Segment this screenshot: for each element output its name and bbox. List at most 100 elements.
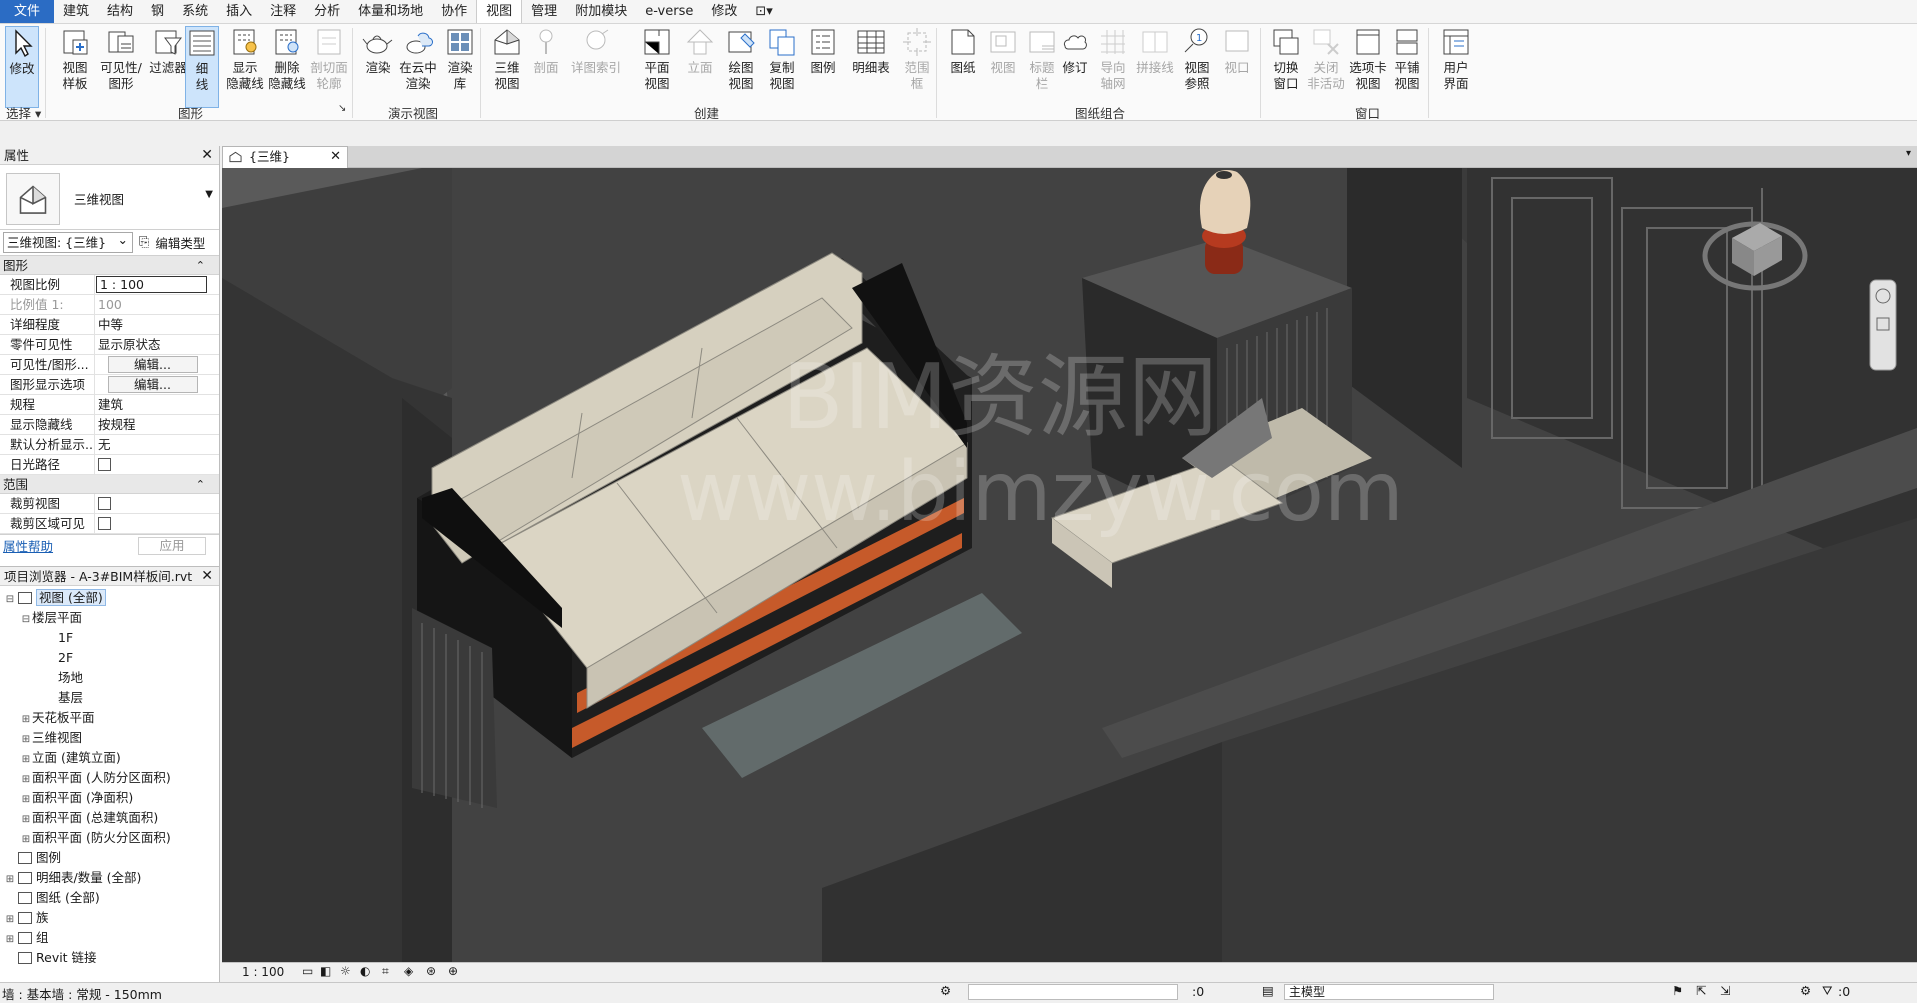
section-button[interactable]: 剖面 [523, 26, 569, 108]
menu-item[interactable]: 插入 [217, 0, 261, 23]
menu-item[interactable]: 分析 [305, 0, 349, 23]
menu-item[interactable]: 修改 [702, 0, 746, 23]
tree-node[interactable]: ⊞ 族 [0, 908, 219, 928]
collapse-icon[interactable]: ⌃ [196, 475, 205, 494]
expand-icon[interactable]: ⊞ [4, 930, 16, 950]
tree-node[interactable]: ⊞ 面积平面 (净面积) [0, 788, 219, 808]
properties-help-link[interactable]: 属性帮助 [3, 536, 53, 555]
scope-box-button[interactable]: 范围 框 [894, 26, 940, 108]
edit-button[interactable]: 编辑... [107, 376, 198, 393]
sun-path-icon[interactable]: ☼ [340, 964, 351, 978]
user-interface-button[interactable]: 用户 界面 [1433, 26, 1479, 108]
tree-node[interactable]: ⊞ 面积平面 (总建筑面积) [0, 808, 219, 828]
expand-icon[interactable]: ⊞ [20, 750, 32, 770]
model-dropdown[interactable]: 主模型 [1284, 984, 1494, 1000]
view-template-button[interactable]: 视图 样板 [52, 26, 98, 108]
view-scale[interactable]: 1 : 100 [242, 965, 284, 979]
property-value[interactable]: 编辑... [95, 355, 207, 374]
menu-item[interactable]: 体量和场地 [349, 0, 432, 23]
close-icon[interactable]: ✕ [330, 147, 341, 167]
collapse-icon[interactable]: ⊟ [20, 610, 32, 630]
visibility-graphics-button[interactable]: 可见性/ 图形 [96, 26, 146, 108]
expand-icon[interactable]: ⊞ [20, 790, 32, 810]
property-value[interactable]: 无 [95, 435, 207, 454]
menu-item[interactable]: e-verse [636, 0, 702, 23]
selection-links-icon[interactable]: ⚑ [1672, 983, 1683, 998]
graphics-section-header[interactable]: 图形 ⌃ [0, 256, 219, 275]
property-value[interactable]: 建筑 [95, 395, 207, 414]
hide-isolate-icon[interactable]: ◈ [404, 964, 413, 978]
tree-node[interactable]: 2F [0, 648, 219, 668]
collapse-icon[interactable]: ⌃ [196, 256, 205, 275]
tree-node[interactable]: ⊞ 立面 (建筑立面) [0, 748, 219, 768]
tree-node[interactable]: ⊞ 三维视图 [0, 728, 219, 748]
menu-item[interactable]: 建筑 [54, 0, 98, 23]
menu-item[interactable]: 钢 [142, 0, 173, 23]
type-selector[interactable]: 三维视图 ▼ [0, 165, 219, 230]
close-icon[interactable]: ✕ [201, 567, 213, 586]
tree-node[interactable]: ⊞ 天花板平面 [0, 708, 219, 728]
property-value[interactable]: 中等 [95, 315, 207, 334]
worksets-icon[interactable]: ⚙ [940, 983, 951, 998]
expand-icon[interactable]: ⊞ [20, 830, 32, 850]
menu-item[interactable]: 附加模块 [566, 0, 636, 23]
workset-dropdown[interactable] [968, 984, 1178, 1000]
checkbox[interactable] [98, 497, 111, 510]
property-value[interactable] [95, 494, 207, 513]
select-pinned-icon[interactable]: ⇱ [1696, 983, 1706, 998]
3d-scene[interactable]: BIM资源网 www.bimzyw.com [222, 168, 1917, 962]
tree-node[interactable]: 1F [0, 628, 219, 648]
property-value[interactable]: 100 [95, 295, 207, 314]
extents-section-header[interactable]: 范围 ⌃ [0, 475, 219, 494]
tile-views-button[interactable]: 平铺 视图 [1384, 26, 1430, 108]
drafting-view-button[interactable]: 绘图 视图 [718, 26, 764, 108]
menu-item[interactable]: 文件 [0, 0, 55, 23]
tree-node[interactable]: 图纸 (全部) [0, 888, 219, 908]
3d-viewport[interactable]: BIM资源网 www.bimzyw.com [222, 168, 1917, 962]
expand-icon[interactable]: ⊞ [20, 810, 32, 830]
property-value[interactable]: 按规程 [95, 415, 207, 434]
property-value[interactable] [95, 455, 207, 474]
render-gallery-button[interactable]: 渲染 库 [437, 26, 483, 108]
schedule-button[interactable]: 明细表 [846, 26, 896, 108]
edit-type-icon[interactable]: ⎘ [139, 235, 149, 250]
matchline-button[interactable]: 拼接线 [1130, 26, 1180, 108]
tree-node[interactable]: ⊞ 面积平面 (人防分区面积) [0, 768, 219, 788]
expand-icon[interactable]: ⊞ [20, 710, 32, 730]
viewports-button[interactable]: 视口 [1214, 26, 1260, 108]
tree-node[interactable]: ⊞ 面积平面 (防火分区面积) [0, 828, 219, 848]
menu-item[interactable]: 管理 [522, 0, 566, 23]
instance-selector[interactable]: 三维视图: {三维} [3, 230, 133, 253]
property-value[interactable] [95, 514, 207, 533]
show-hidden-lines-button[interactable]: 显示 隐藏线 [222, 26, 268, 108]
menu-item[interactable]: 系统 [173, 0, 217, 23]
thin-lines-button[interactable]: 细 线 [185, 26, 219, 108]
select-by-face-icon[interactable]: ⇲ [1720, 983, 1730, 998]
background-process-icon[interactable]: ⚙ [1800, 983, 1811, 998]
tree-node[interactable]: ⊞ 组 [0, 928, 219, 948]
chevron-down-icon[interactable]: ▼ [205, 189, 213, 200]
navigation-bar[interactable] [1869, 279, 1897, 371]
edit-type-button[interactable]: 编辑类型 [155, 233, 205, 252]
expand-icon[interactable]: ⊞ [4, 870, 16, 890]
tree-node[interactable]: 图例 [0, 848, 219, 868]
legend-button[interactable]: 图例 [800, 26, 846, 108]
reveal-hidden-icon[interactable]: ⊛ [426, 964, 436, 978]
expand-icon[interactable]: ⊞ [20, 730, 32, 750]
tree-node[interactable]: 场地 [0, 668, 219, 688]
apply-button[interactable]: 应用 [138, 536, 206, 555]
cut-profile-button[interactable]: 剖切面 轮廓 [306, 26, 352, 108]
shadows-icon[interactable]: ◐ [360, 964, 370, 978]
edit-button[interactable]: 编辑... [107, 356, 198, 373]
menu-item[interactable]: 协作 [432, 0, 476, 23]
select-group-label[interactable]: 选择 ▾ [6, 103, 41, 122]
collapse-icon[interactable]: ⊟ [4, 590, 16, 610]
property-value[interactable]: 显示原状态 [95, 335, 207, 354]
elevation-button[interactable]: 立面 [677, 26, 723, 108]
tree-node[interactable]: ⊞ 明细表/数量 (全部) [0, 868, 219, 888]
property-value[interactable]: 编辑... [95, 375, 207, 394]
graphics-dialog-launcher[interactable]: ↘ [338, 103, 346, 114]
menu-item[interactable]: 视图 [476, 0, 523, 23]
close-icon[interactable]: ✕ [201, 146, 213, 165]
plan-view-button[interactable]: 平面 视图 [634, 26, 680, 108]
